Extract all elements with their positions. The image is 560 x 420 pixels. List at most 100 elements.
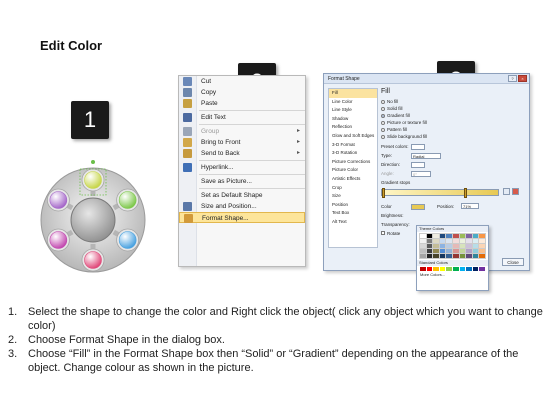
more-colors-link[interactable]: More Colors... [417,272,488,278]
gradient-bar[interactable] [381,188,499,198]
fill-option[interactable]: Gradient fill [381,112,527,119]
color-swatch[interactable] [466,267,472,271]
color-swatch[interactable] [432,238,440,244]
remove-stop-button[interactable] [512,188,519,195]
color-swatch[interactable] [439,267,446,271]
category-item[interactable]: Shadow [329,115,377,124]
color-swatch[interactable] [445,248,453,254]
color-swatch[interactable] [425,233,434,239]
color-swatch[interactable] [471,248,480,254]
color-swatch[interactable] [459,267,466,271]
color-ball[interactable] [49,231,68,249]
category-item[interactable]: Reflection [329,123,377,132]
color-swatch[interactable] [452,267,459,271]
color-swatch[interactable] [433,267,439,271]
menu-item-set-as-default-shape[interactable]: Set as Default Shape [179,190,305,201]
category-item[interactable]: Fill [329,89,377,98]
color-swatch[interactable] [445,253,453,259]
color-swatch[interactable] [458,238,467,244]
color-swatch[interactable] [425,238,434,244]
fill-option[interactable]: Solid fill [381,105,527,112]
fill-option[interactable]: Picture or texture fill [381,119,527,126]
color-swatch[interactable] [452,233,460,239]
color-swatch[interactable] [452,243,460,249]
color-swatch[interactable] [432,243,440,249]
color-swatch[interactable] [419,238,427,244]
gradient-stop[interactable] [464,188,467,198]
color-swatch[interactable] [465,233,473,239]
color-ball[interactable] [84,251,102,269]
color-swatch[interactable] [445,243,453,249]
color-swatch[interactable] [478,233,486,239]
color-swatch[interactable] [465,238,473,244]
color-swatch[interactable] [458,233,467,239]
color-swatch[interactable] [452,253,460,259]
category-item[interactable]: Line Style [329,106,377,115]
category-item[interactable]: Alt Text [329,218,377,227]
color-swatch[interactable] [445,238,453,244]
color-ball[interactable] [118,231,137,249]
color-swatch[interactable] [472,267,479,271]
rotate-handle[interactable] [91,160,95,164]
category-item[interactable]: Crop [329,184,377,193]
color-swatch[interactable] [452,248,460,254]
menu-item-edit-text[interactable]: Edit Text [179,112,305,123]
color-swatch[interactable] [438,238,447,244]
category-item[interactable]: Line Color [329,98,377,107]
angle-input[interactable]: 0° [411,170,431,177]
color-swatch[interactable] [471,233,480,239]
add-stop-button[interactable] [503,188,510,195]
color-swatch[interactable] [425,253,434,259]
color-ball[interactable] [49,191,68,209]
color-swatch[interactable] [445,233,453,239]
color-swatch[interactable] [478,253,486,259]
preset-colors-dropdown[interactable] [411,143,425,150]
gradient-stop[interactable] [382,188,385,198]
color-swatch[interactable] [478,238,486,244]
color-swatch[interactable] [465,243,473,249]
color-dropdown[interactable] [411,203,425,210]
color-swatch[interactable] [471,238,480,244]
menu-item-copy[interactable]: Copy [179,87,305,98]
radio-button[interactable] [381,99,385,104]
fill-option[interactable]: Pattern fill [381,126,527,133]
radio-button[interactable] [381,134,385,139]
category-item[interactable]: Text Box [329,209,377,218]
close-button[interactable]: Close [502,258,524,266]
color-swatch[interactable] [432,253,440,259]
color-swatch[interactable] [458,253,467,259]
color-swatch[interactable] [446,267,452,271]
color-swatch[interactable] [419,233,427,239]
color-swatch[interactable] [471,243,480,249]
menu-item-paste[interactable]: Paste [179,98,305,109]
color-swatch[interactable] [471,253,480,259]
menu-item-size-and-position[interactable]: Size and Position... [179,201,305,212]
direction-dropdown[interactable] [411,161,425,168]
color-swatch[interactable] [432,233,440,239]
color-swatch[interactable] [438,253,447,259]
radio-button[interactable] [381,113,385,118]
category-item[interactable]: Size [329,192,377,201]
color-ball[interactable] [84,171,102,189]
color-swatch[interactable] [452,238,460,244]
menu-item-bring-to-front[interactable]: Bring to Front ▸ [179,137,305,148]
color-swatch[interactable] [438,243,447,249]
color-swatch[interactable] [458,248,467,254]
close-icon[interactable]: × [518,75,527,82]
category-item[interactable]: Artistic Effects [329,175,377,184]
color-swatch[interactable] [438,233,447,239]
color-swatch[interactable] [425,243,434,249]
menu-item-format-shape[interactable]: Format Shape... [179,212,305,223]
radio-button[interactable] [381,127,385,132]
menu-item-send-to-back[interactable]: Send to Back ▸ [179,148,305,159]
radio-button[interactable] [381,106,385,111]
category-item[interactable]: 3-D Format [329,141,377,150]
color-swatch[interactable] [432,248,440,254]
color-swatch[interactable] [426,267,433,271]
category-item[interactable]: 3-D Rotation [329,149,377,158]
fill-option[interactable]: Slide background fill [381,133,527,140]
color-swatch[interactable] [419,243,427,249]
fill-option[interactable]: No fill [381,98,527,105]
category-item[interactable]: Picture Color [329,166,377,175]
color-swatch[interactable] [458,243,467,249]
